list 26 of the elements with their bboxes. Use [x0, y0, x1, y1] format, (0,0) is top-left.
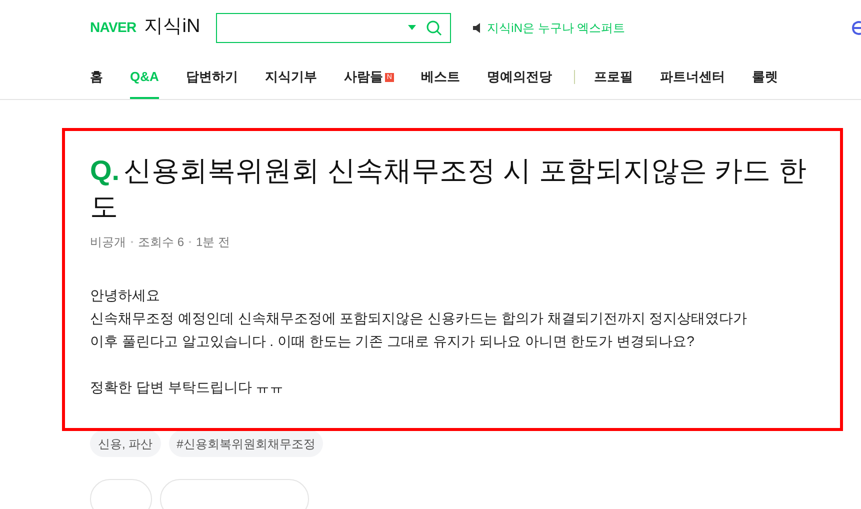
service-logo[interactable]: 지식iN [144, 13, 200, 42]
meta-text: 비공개 [90, 234, 126, 251]
nav-tab[interactable]: 사람들 [344, 55, 383, 99]
nav-tab[interactable]: 홈 [90, 55, 103, 99]
question-title: Q.신용회복위원회 신속채무조정 시 포함되지않은 카드 한도 [90, 154, 808, 224]
nav-tab[interactable]: 파트너센터 [660, 55, 725, 99]
dropdown-caret-icon[interactable] [408, 25, 416, 30]
nav-tab[interactable]: 프로필 [594, 55, 633, 99]
round-button[interactable] [90, 479, 152, 509]
nav-tab[interactable]: 명예의전당 [486, 55, 552, 99]
tag-chip[interactable]: #신용회복위원회채무조정 [168, 430, 324, 457]
meta-text: 조회수 6 [138, 234, 184, 251]
meta-text: 1분 전 [196, 234, 230, 251]
body-text: 정확한 답변 부탁드립니다 ㅠㅠ [90, 378, 285, 397]
nav-tab[interactable]: 답변하기 [186, 55, 238, 99]
search-icon[interactable] [426, 20, 442, 36]
tag-chip[interactable]: 신용, 파산 [90, 430, 161, 457]
nav-tab[interactable]: 지식기부 [264, 55, 317, 99]
pill-button[interactable] [160, 479, 309, 509]
search-field[interactable] [216, 12, 452, 42]
body-text: 신속채무조정 예정인데 신속채무조정에 포함되지않은 신용카드는 합의가 채결되기전까지 정지상태였다가 [90, 309, 748, 328]
body-text: 이후 풀린다고 알고있습니다 . 이때 한도는 기존 그대로 유지가 되나요 아니면 한도가 변경되나요? [90, 332, 696, 351]
logo-fragment-icon[interactable] [852, 20, 861, 34]
body-text: 안녕하세요 [90, 286, 161, 305]
nav-tab[interactable]: 룰렛 [752, 55, 778, 99]
nav-tab[interactable]: 베스트 [420, 55, 460, 99]
